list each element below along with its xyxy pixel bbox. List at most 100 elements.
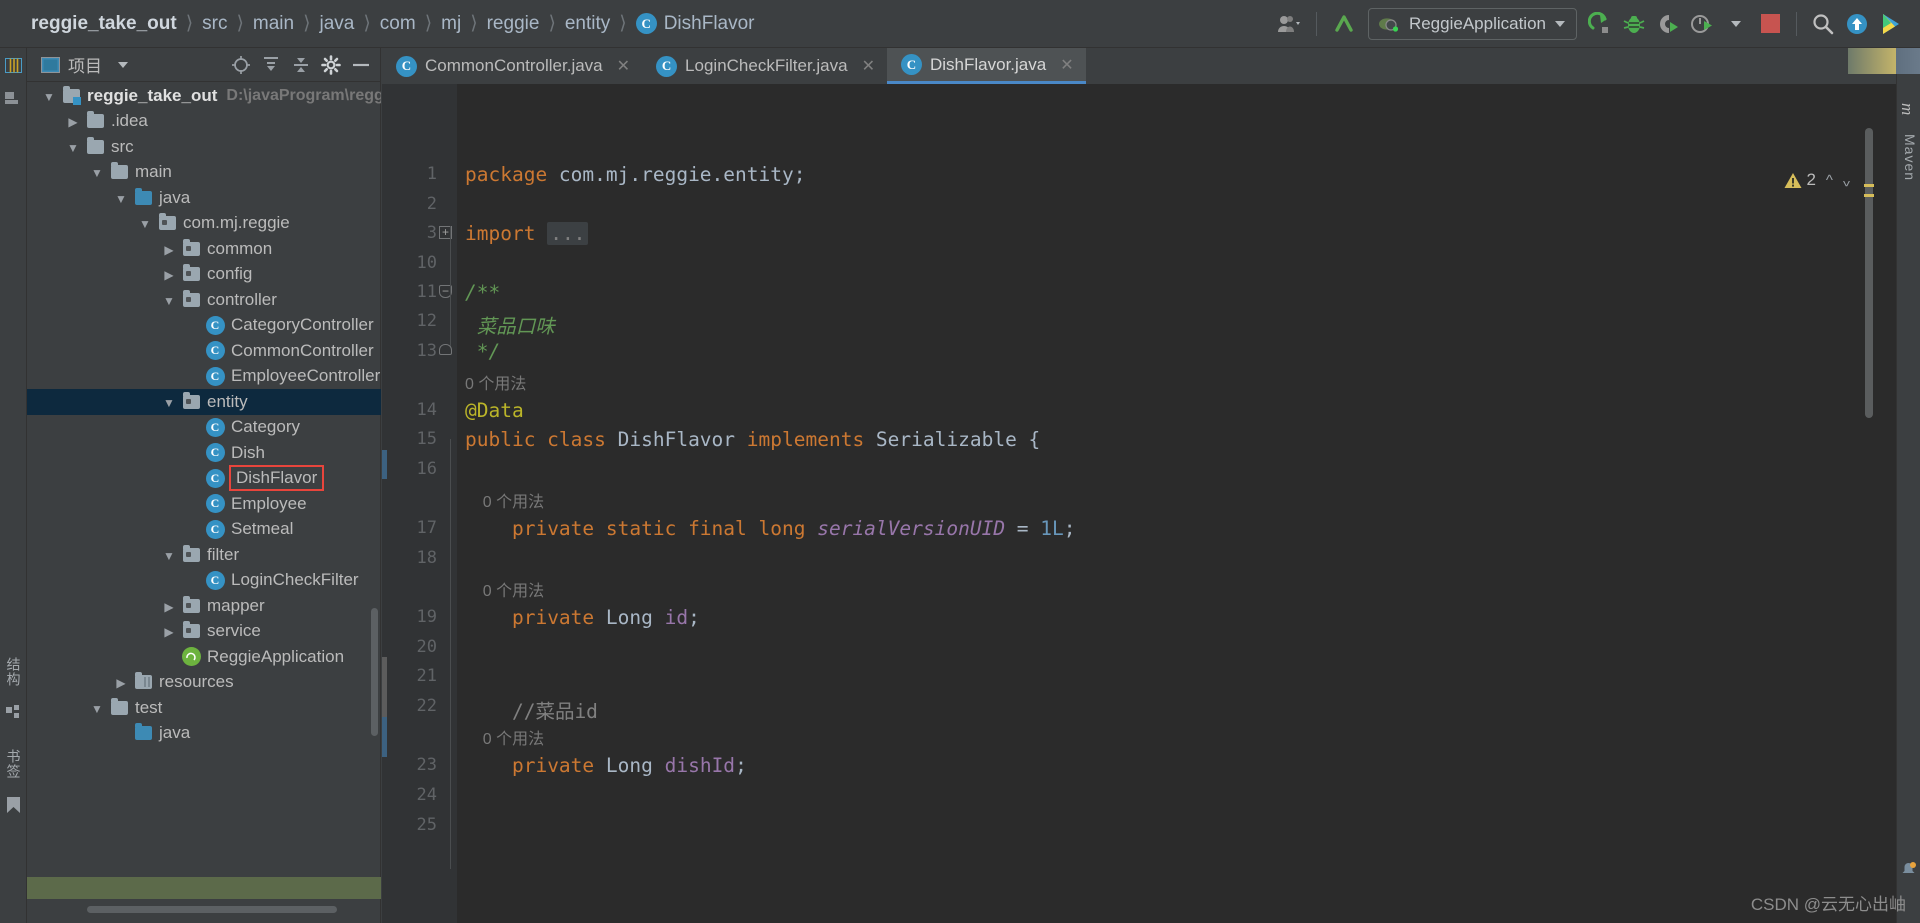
- tree-toggle[interactable]: ▼: [157, 392, 181, 412]
- collapse-all-icon[interactable]: [288, 52, 314, 78]
- chevron-right-icon[interactable]: ▶: [164, 268, 173, 282]
- project-tree-vscrollbar[interactable]: [371, 608, 378, 736]
- close-icon[interactable]: ✕: [862, 56, 875, 76]
- tree-node-category[interactable]: C Category: [27, 415, 381, 441]
- tree-node-controller[interactable]: ▼ controller: [27, 287, 381, 313]
- chevron-down-icon[interactable]: ▼: [163, 549, 175, 563]
- user-profile-icon[interactable]: [1271, 7, 1307, 41]
- chevron-down-icon[interactable]: ▼: [67, 141, 79, 155]
- editor-tab-dishflavor[interactable]: C DishFlavor.java ✕: [886, 48, 1086, 84]
- tree-node-setmeal[interactable]: C Setmeal: [27, 517, 381, 543]
- editor-tab-logincheckfilter[interactable]: C LoginCheckFilter.java ✕: [642, 48, 887, 84]
- tree-node-main[interactable]: ▼ main: [27, 160, 381, 186]
- next-problem-icon[interactable]: ^: [1843, 172, 1850, 189]
- editor-vscrollbar-thumb[interactable]: [1865, 128, 1873, 418]
- profiler-icon[interactable]: [1685, 7, 1719, 41]
- hide-panel-icon[interactable]: [348, 52, 374, 78]
- prev-problem-icon[interactable]: ^: [1826, 172, 1833, 189]
- settings-gear-icon[interactable]: [318, 52, 344, 78]
- editor-tabs[interactable]: C CommonController.java ✕ C LoginCheckFilter…: [382, 48, 1896, 84]
- close-icon[interactable]: ✕: [617, 56, 630, 76]
- rail-commit-icon[interactable]: [0, 84, 27, 110]
- chevron-right-icon[interactable]: ▶: [116, 676, 125, 690]
- tree-toggle[interactable]: ▶: [109, 672, 133, 692]
- chevron-down-icon[interactable]: ▼: [115, 192, 127, 206]
- tree-node-employee[interactable]: C Employee: [27, 491, 381, 517]
- chevron-right-icon[interactable]: ▶: [164, 243, 173, 257]
- rail-structure-icon[interactable]: [0, 700, 27, 726]
- breadcrumb-item-4[interactable]: com: [371, 13, 425, 35]
- bookmark-icon[interactable]: [0, 792, 27, 818]
- locate-icon[interactable]: [228, 52, 254, 78]
- tree-toggle[interactable]: ▶: [157, 264, 181, 284]
- tree-node-src[interactable]: ▼ src: [27, 134, 381, 160]
- tree-node-config[interactable]: ▶ config: [27, 262, 381, 288]
- tree-node-employeecontroller[interactable]: C EmployeeController: [27, 364, 381, 390]
- code-folding-column[interactable]: + −: [439, 84, 457, 923]
- tree-node-service[interactable]: ▶ service: [27, 619, 381, 645]
- editor-tab-commoncontroller[interactable]: C CommonController.java ✕: [382, 48, 643, 84]
- tree-toggle[interactable]: ▼: [157, 545, 181, 565]
- tree-node-filter[interactable]: ▼ filter: [27, 542, 381, 568]
- inspection-widget[interactable]: 2 ^ ^: [1784, 170, 1850, 190]
- code-editor[interactable]: 1 2 3 10 11 12 13 14 15 16 17 18 19 20 21 22 23 24 25 + − p…: [382, 84, 1896, 923]
- breadcrumb-item-7[interactable]: entity: [556, 13, 619, 35]
- breadcrumb-item-1[interactable]: src: [193, 13, 236, 35]
- collapsed-imports[interactable]: ...: [547, 222, 589, 245]
- tree-node-java[interactable]: ▼ java: [27, 185, 381, 211]
- breadcrumb-item-0[interactable]: reggie_take_out: [22, 13, 186, 35]
- breadcrumb-item-6[interactable]: reggie: [478, 13, 549, 35]
- scrollbar-warning-marker[interactable]: [1864, 184, 1874, 187]
- warning-count[interactable]: 2: [1784, 170, 1816, 190]
- coverage-icon[interactable]: [1651, 7, 1685, 41]
- tree-node-categorycontroller[interactable]: C CategoryController: [27, 313, 381, 339]
- chevron-right-icon[interactable]: ▶: [68, 115, 77, 129]
- breadcrumb-item-2[interactable]: main: [244, 13, 303, 35]
- chevron-down-icon[interactable]: ▼: [139, 217, 151, 231]
- tree-toggle[interactable]: ▶: [61, 111, 85, 131]
- rail-bookmarks-tab[interactable]: 书签: [0, 738, 27, 790]
- notification-bell-icon[interactable]: [1900, 861, 1917, 883]
- run-configuration-selector[interactable]: ReggieApplication: [1367, 7, 1577, 40]
- chevron-down-icon[interactable]: ▼: [163, 294, 175, 308]
- debug-icon[interactable]: [1617, 7, 1651, 41]
- chevron-right-icon[interactable]: ▶: [164, 600, 173, 614]
- project-panel-dropdown-icon[interactable]: [118, 61, 128, 68]
- expand-all-icon[interactable]: [258, 52, 284, 78]
- tree-toggle[interactable]: ▼: [133, 213, 157, 233]
- tree-toggle[interactable]: ▶: [157, 621, 181, 641]
- chevron-down-icon[interactable]: ▼: [163, 396, 175, 410]
- profiler-dropdown-icon[interactable]: [1719, 7, 1753, 41]
- chevron-down-icon[interactable]: ▼: [43, 90, 55, 104]
- tree-node-resources[interactable]: ▶ resources: [27, 670, 381, 696]
- tree-node-logincheckfilter[interactable]: C LoginCheckFilter: [27, 568, 381, 594]
- breadcrumb-item-file[interactable]: C DishFlavor: [627, 13, 764, 35]
- tree-node-common[interactable]: ▶ common: [27, 236, 381, 262]
- code-content[interactable]: package com.mj.reggie.entity; import ... /…: [457, 84, 1837, 923]
- tree-node-reggieapplication[interactable]: ReggieApplication: [27, 644, 381, 670]
- tree-node--idea[interactable]: ▶ .idea: [27, 109, 381, 135]
- tree-node-reggie-take-out[interactable]: ▼ reggie_take_out D:\javaProgram\reggie_ta…: [27, 83, 381, 109]
- tree-toggle[interactable]: ▼: [85, 698, 109, 718]
- tree-node-entity[interactable]: ▼ entity: [27, 389, 381, 415]
- project-tree[interactable]: ▼ reggie_take_out D:\javaProgram\reggie_ta…: [27, 83, 381, 883]
- tree-node-dish[interactable]: C Dish: [27, 440, 381, 466]
- chevron-down-icon[interactable]: ▼: [91, 166, 103, 180]
- tree-node-commoncontroller[interactable]: C CommonController: [27, 338, 381, 364]
- tree-toggle[interactable]: ▼: [61, 137, 85, 157]
- tree-node-test[interactable]: ▼ test: [27, 695, 381, 721]
- tree-toggle[interactable]: ▼: [157, 290, 181, 310]
- plugin-icon[interactable]: [1874, 7, 1908, 41]
- breadcrumb-item-5[interactable]: mj: [432, 13, 470, 35]
- breadcrumb-item-3[interactable]: java: [311, 13, 364, 35]
- tree-node-dishflavor[interactable]: C DishFlavor: [27, 465, 381, 492]
- stop-icon[interactable]: [1753, 7, 1787, 41]
- scrollbar-warning-marker-2[interactable]: [1864, 194, 1874, 197]
- project-tree-hscrollbar[interactable]: [87, 906, 337, 913]
- tree-toggle[interactable]: ▼: [109, 188, 133, 208]
- tree-node-com-mj-reggie[interactable]: ▼ com.mj.reggie: [27, 211, 381, 237]
- editor-gutter[interactable]: 1 2 3 10 11 12 13 14 15 16 17 18 19 20 21 22 23 24 25 + −: [382, 84, 457, 923]
- rail-notifications-tab[interactable]: 通知: [1898, 120, 1918, 155]
- tree-node-mapper[interactable]: ▶ mapper: [27, 593, 381, 619]
- maven-icon[interactable]: m: [1897, 100, 1917, 120]
